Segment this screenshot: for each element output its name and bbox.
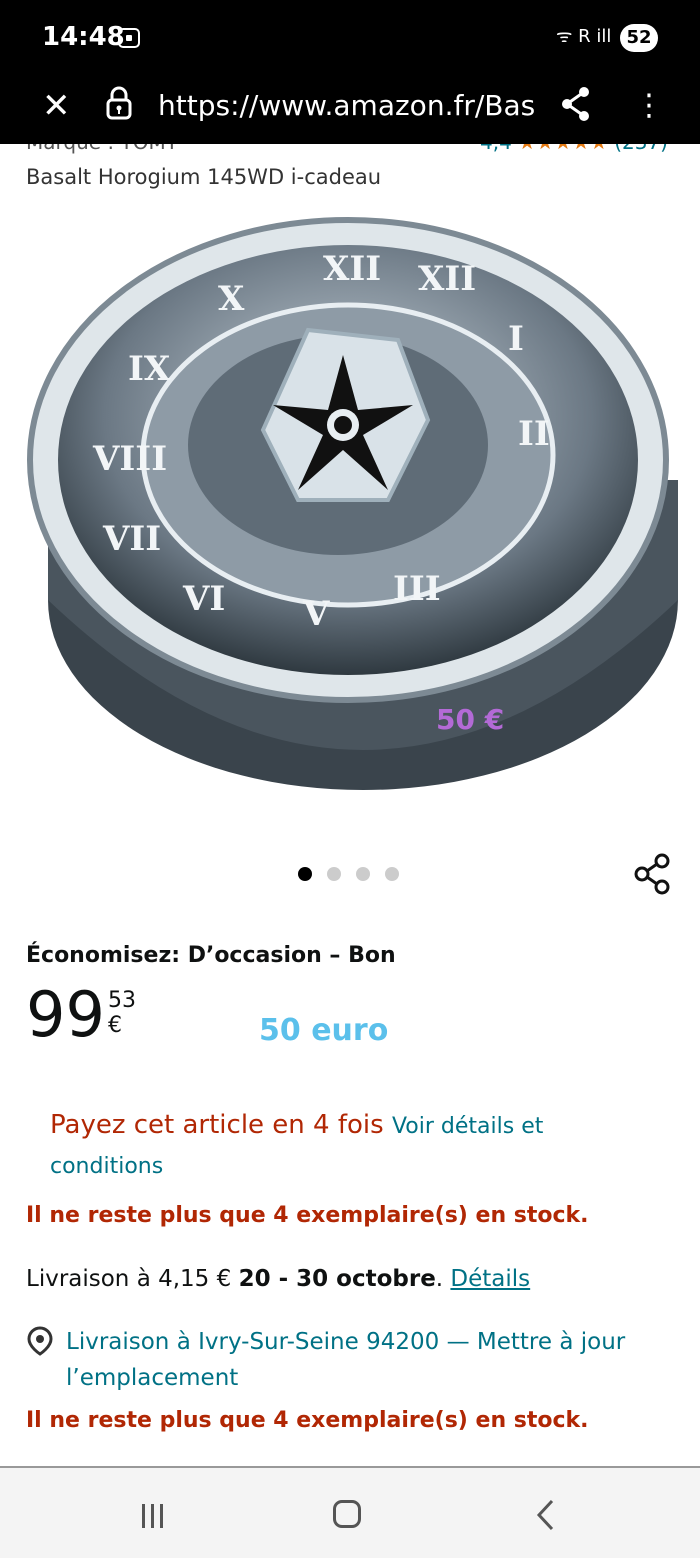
brand-rating-line: Marque : TOMY 4,4 ★★★★★ (237) xyxy=(0,144,700,162)
deal-label: Économisez: D’occasion – Bon xyxy=(26,943,396,968)
pager-dot[interactable] xyxy=(327,867,341,881)
pager-dot[interactable] xyxy=(356,867,370,881)
price-note: 50 euro xyxy=(259,1013,389,1048)
svg-text:VIII: VIII xyxy=(92,439,167,479)
url-field[interactable]: https://www.amazon.fr/Basal xyxy=(158,86,536,126)
svg-text:III: III xyxy=(393,569,441,609)
more-menu-icon[interactable]: ⋮ xyxy=(634,86,664,126)
recent-apps-icon[interactable] xyxy=(138,1500,168,1530)
lock-icon[interactable] xyxy=(106,86,132,120)
star-rating-icon: ★★★★★ xyxy=(518,144,608,154)
svg-text:II: II xyxy=(518,414,550,454)
pager-dot[interactable] xyxy=(385,867,399,881)
svg-text:I: I xyxy=(508,319,524,359)
network-icon: ᯤ R ill xyxy=(556,26,612,47)
svg-text:VII: VII xyxy=(102,519,161,559)
status-bar: 14:48 ᯤ R ill 52 xyxy=(0,0,700,72)
svg-text:IX: IX xyxy=(128,349,171,389)
image-pager[interactable] xyxy=(298,866,414,885)
browser-toolbar: ✕ https://www.amazon.fr/Basal ⋮ xyxy=(0,72,700,144)
image-price-overlay: 50 € xyxy=(436,703,505,736)
price-whole: 99 xyxy=(26,978,105,1051)
share-icon[interactable] xyxy=(560,84,592,124)
rating-summary[interactable]: 4,4 ★★★★★ (237) xyxy=(480,144,668,154)
svg-text:X: X xyxy=(218,279,245,319)
svg-text:XII: XII xyxy=(418,259,476,299)
price: 99 53 € xyxy=(26,978,136,1051)
stock-warning-2: Il ne reste plus que 4 exemplaire(s) en … xyxy=(26,1408,589,1433)
product-title: Basalt Horogium 145WD i-cadeau xyxy=(26,165,382,189)
delivery-price: Livraison à 4,15 € xyxy=(26,1266,232,1292)
installment-text: Payez cet article en 4 fois xyxy=(50,1110,384,1140)
close-tab-icon[interactable]: ✕ xyxy=(42,86,71,126)
rating-count: (237) xyxy=(614,144,668,154)
delivery-info: Livraison à 4,15 € 20 - 30 octobre. Déta… xyxy=(26,1266,530,1292)
brand-link[interactable]: Marque : TOMY xyxy=(26,144,178,154)
location-text[interactable]: Livraison à Ivry-Sur-Seine 94200 — Mettr… xyxy=(66,1324,696,1396)
pager-dot[interactable] xyxy=(298,867,312,881)
delivery-dot: . xyxy=(435,1266,444,1292)
stock-warning: Il ne reste plus que 4 exemplaire(s) en … xyxy=(26,1203,589,1228)
system-nav-bar xyxy=(0,1466,700,1558)
battery-indicator: 52 xyxy=(620,24,658,52)
screenshot-icon xyxy=(118,28,140,48)
product-image[interactable]: XII XIIX IXVIIIVII VI VIII III xyxy=(18,200,682,800)
svg-text:V: V xyxy=(302,594,330,634)
location-pin-icon xyxy=(27,1326,53,1356)
rating-value: 4,4 xyxy=(480,144,512,154)
svg-text:XII: XII xyxy=(323,249,381,289)
installment-offer: Payez cet article en 4 fois Voir détails… xyxy=(50,1106,610,1186)
home-icon[interactable] xyxy=(333,1500,361,1528)
back-icon[interactable] xyxy=(534,1498,558,1532)
delivery-details-link[interactable]: Détails xyxy=(450,1266,530,1292)
price-fraction: 53 € xyxy=(108,988,136,1038)
svg-text:VI: VI xyxy=(182,579,225,619)
share-product-icon[interactable] xyxy=(632,852,674,896)
clock: 14:48 xyxy=(42,22,125,52)
delivery-dates: 20 - 30 octobre xyxy=(238,1266,436,1292)
